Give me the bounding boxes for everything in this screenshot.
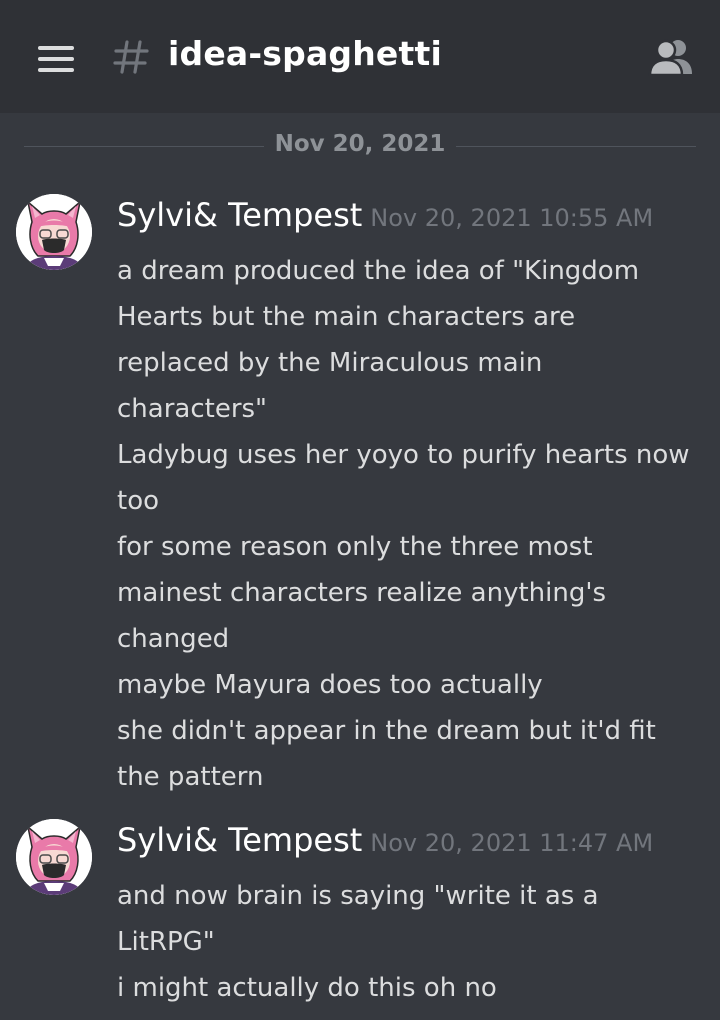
author-name[interactable]: Sylvi& Tempest bbox=[117, 196, 362, 234]
message-line: Hearts but the main characters are bbox=[117, 302, 576, 332]
avatar[interactable] bbox=[16, 819, 92, 895]
message-line: LitRPG" bbox=[117, 927, 215, 957]
message-timestamp: Nov 20, 2021 10:55 AM bbox=[370, 204, 654, 232]
avatar[interactable] bbox=[16, 194, 92, 270]
message-content: and now brain is saying "write it as a L… bbox=[117, 873, 707, 1011]
message-line: i might actually do this oh no bbox=[117, 973, 497, 1003]
avatar-illustration bbox=[16, 194, 92, 270]
members-icon[interactable] bbox=[648, 38, 694, 76]
channel-name: idea-spaghetti bbox=[168, 34, 442, 73]
message-line: changed bbox=[117, 624, 230, 654]
message-header: Sylvi& Tempest Nov 20, 2021 10:55 AM bbox=[117, 196, 653, 234]
message-timestamp: Nov 20, 2021 11:47 AM bbox=[370, 829, 654, 857]
channel-header: idea-spaghetti bbox=[0, 0, 720, 113]
message-line: Ladybug uses her yoyo to purify hearts n… bbox=[117, 440, 690, 470]
message-line: and now brain is saying "write it as a bbox=[117, 881, 599, 911]
date-divider-label: Nov 20, 2021 bbox=[274, 131, 446, 157]
message-line: characters" bbox=[117, 394, 268, 424]
message-line: for some reason only the three most bbox=[117, 532, 593, 562]
hamburger-menu-icon[interactable] bbox=[38, 46, 74, 72]
message-line: the pattern bbox=[117, 762, 264, 792]
divider-line bbox=[456, 146, 696, 147]
message-line: too bbox=[117, 486, 160, 516]
message-line: maybe Mayura does too actually bbox=[117, 670, 543, 700]
message-line: she didn't appear in the dream but it'd … bbox=[117, 716, 656, 746]
message-line: replaced by the Miraculous main bbox=[117, 348, 543, 378]
message-line: a dream produced the idea of "Kingdom bbox=[117, 256, 640, 286]
date-divider: Nov 20, 2021 bbox=[24, 130, 696, 164]
avatar-illustration bbox=[16, 819, 92, 895]
author-name[interactable]: Sylvi& Tempest bbox=[117, 821, 362, 859]
message-header: Sylvi& Tempest Nov 20, 2021 11:47 AM bbox=[117, 821, 653, 859]
message-line: mainest characters realize anything's bbox=[117, 578, 607, 608]
message-content: a dream produced the idea of "Kingdom He… bbox=[117, 248, 707, 800]
hash-icon bbox=[113, 40, 149, 74]
